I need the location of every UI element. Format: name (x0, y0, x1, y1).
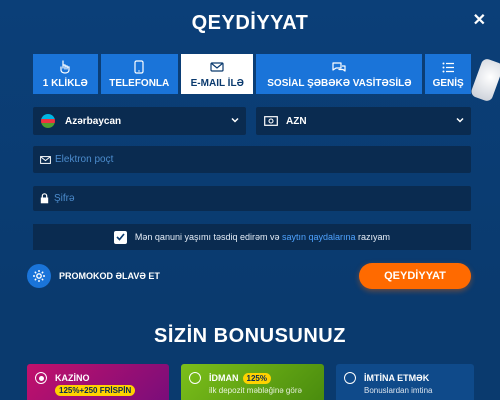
envelope-icon (210, 59, 224, 75)
banknote-icon (264, 116, 278, 126)
chevron-down-icon (230, 115, 240, 128)
email-placeholder: Elektron poçt (55, 154, 114, 165)
chevron-down-icon (455, 115, 465, 128)
register-button[interactable]: QEYDİYYAT (359, 263, 471, 289)
bonus-card-decline[interactable]: İMTİNA ETMƏK Bonuslardan imtina (336, 364, 474, 400)
bonus-badge: 125%+250 FRİSPİN (55, 385, 136, 396)
lock-icon (40, 193, 49, 204)
terms-text-after: razıyam (355, 232, 391, 242)
country-select[interactable]: Azərbaycan (33, 107, 246, 135)
bonus-card-sub: ilk depozit məbləğinə görə (209, 386, 302, 395)
radio-unselected (344, 372, 356, 384)
bonus-card-label: İDMAN (209, 373, 239, 383)
password-placeholder: Şifrə (54, 193, 75, 204)
envelope-icon (40, 155, 51, 164)
tab-extended[interactable]: GENİŞ (425, 54, 471, 94)
modal-title: QEYDİYYAT (191, 12, 309, 34)
promo-code-button[interactable]: PROMOKOD ƏLAVƏ ET (27, 263, 160, 289)
bonus-card-label: İMTİNA ETMƏK (364, 373, 430, 383)
bonus-title: SİZİN BONUSUNUZ (154, 325, 346, 347)
checkmark-icon (116, 233, 125, 241)
phone-icon (134, 59, 144, 75)
registration-modal: QEYDİYYAT ✕ 1 KLİKLƏ TELEFONLA E-MAIL İL… (0, 0, 500, 310)
terms-checkbox[interactable] (113, 230, 127, 244)
tab-label: E-MAIL İLƏ (190, 78, 244, 89)
tab-email[interactable]: E-MAIL İLƏ (181, 54, 254, 94)
tab-label: TELEFONLA (109, 78, 170, 89)
bonus-badge: 125% (242, 372, 271, 384)
bonus-card-sport[interactable]: İDMAN 125% ilk depozit məbləğinə görə (181, 364, 324, 400)
currency-value: AZN (286, 115, 307, 127)
tab-phone[interactable]: TELEFONLA (100, 54, 178, 94)
close-icon[interactable]: ✕ (473, 10, 486, 30)
promo-label: PROMOKOD ƏLAVƏ ET (59, 271, 160, 281)
tab-label: 1 KLİKLƏ (42, 78, 88, 89)
terms-row: Mən qanuni yaşımı təsdiq edirəm və saytı… (33, 224, 471, 250)
bonus-card-sub: Bonuslardan imtina (364, 386, 433, 395)
registration-tabs: 1 KLİKLƏ TELEFONLA E-MAIL İLƏ SOSİAL ŞƏB… (33, 54, 471, 94)
country-value: Azərbaycan (65, 115, 122, 127)
bonus-card-label: KAZİNO (55, 373, 90, 383)
terms-text-before: Mən qanuni yaşımı təsdiq edirəm və (134, 232, 282, 242)
radio-unselected (189, 372, 201, 384)
tab-label: GENİŞ (432, 78, 464, 89)
radio-selected (35, 372, 47, 384)
terms-link[interactable]: saytın qaydalarına (282, 232, 356, 242)
chat-bubbles-icon (331, 59, 347, 75)
tab-one-click[interactable]: 1 KLİKLƏ (33, 54, 98, 94)
password-field[interactable]: Şifrə (33, 186, 471, 211)
gear-icon (27, 264, 51, 288)
list-icon (442, 59, 455, 75)
bonus-card-casino[interactable]: KAZİNO 125%+250 FRİSPİN (27, 364, 169, 400)
tab-social[interactable]: SOSİAL ŞƏBƏKƏ VASİTƏSİLƏ (256, 54, 423, 94)
email-field[interactable]: Elektron poçt (33, 146, 471, 173)
currency-select[interactable]: AZN (256, 107, 471, 135)
hand-pointer-icon (59, 59, 71, 75)
azerbaijan-flag-icon (41, 114, 55, 128)
tab-label: SOSİAL ŞƏBƏKƏ VASİTƏSİLƏ (267, 78, 412, 89)
